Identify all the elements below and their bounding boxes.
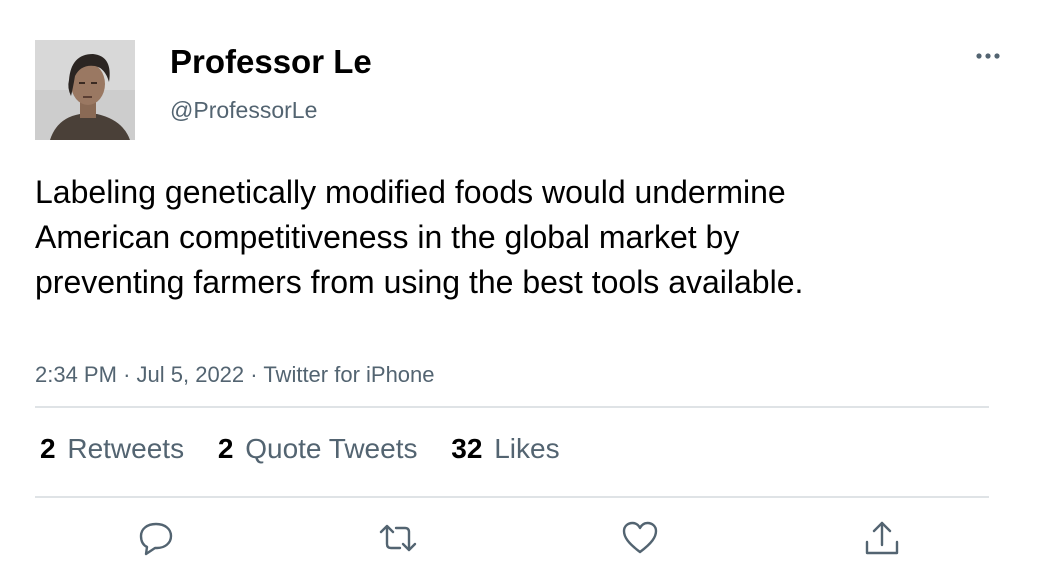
- quote-tweets-count: 2: [217, 433, 234, 464]
- more-icon[interactable]: [968, 40, 1008, 70]
- meta-separator: ·: [250, 362, 258, 387]
- quote-tweets-stat[interactable]: 2 Quote Tweets: [218, 431, 418, 467]
- tweet-time[interactable]: 2:34 PM: [35, 362, 117, 387]
- user-handle[interactable]: @ProfessorLe: [170, 95, 317, 125]
- likes-label: Likes: [494, 433, 560, 464]
- likes-count: 32: [451, 433, 483, 464]
- avatar-image: [35, 40, 135, 140]
- retweet-icon[interactable]: [378, 518, 418, 558]
- display-name[interactable]: Professor Le: [170, 42, 372, 82]
- tweet-text: Labeling genetically modified foods woul…: [35, 174, 804, 300]
- tweet-source[interactable]: Twitter for iPhone: [263, 362, 434, 387]
- avatar[interactable]: [35, 40, 135, 140]
- divider: [35, 406, 989, 408]
- share-icon[interactable]: [862, 518, 902, 558]
- meta-separator: ·: [123, 362, 131, 387]
- quote-tweets-label: Quote Tweets: [245, 433, 418, 464]
- retweets-stat[interactable]: 2 Retweets: [40, 431, 184, 467]
- reply-icon[interactable]: [136, 518, 176, 558]
- likes-stat[interactable]: 32 Likes: [451, 431, 559, 467]
- heart-icon[interactable]: [620, 518, 660, 558]
- tweet-date[interactable]: Jul 5, 2022: [137, 362, 245, 387]
- retweets-count: 2: [40, 433, 56, 464]
- engagement-stats: 2 Retweets 2 Quote Tweets 32 Likes: [40, 431, 586, 467]
- retweets-label: Retweets: [67, 433, 185, 464]
- divider: [35, 496, 989, 498]
- tweet-meta: 2:34 PM · Jul 5, 2022 · Twitter for iPho…: [35, 361, 435, 389]
